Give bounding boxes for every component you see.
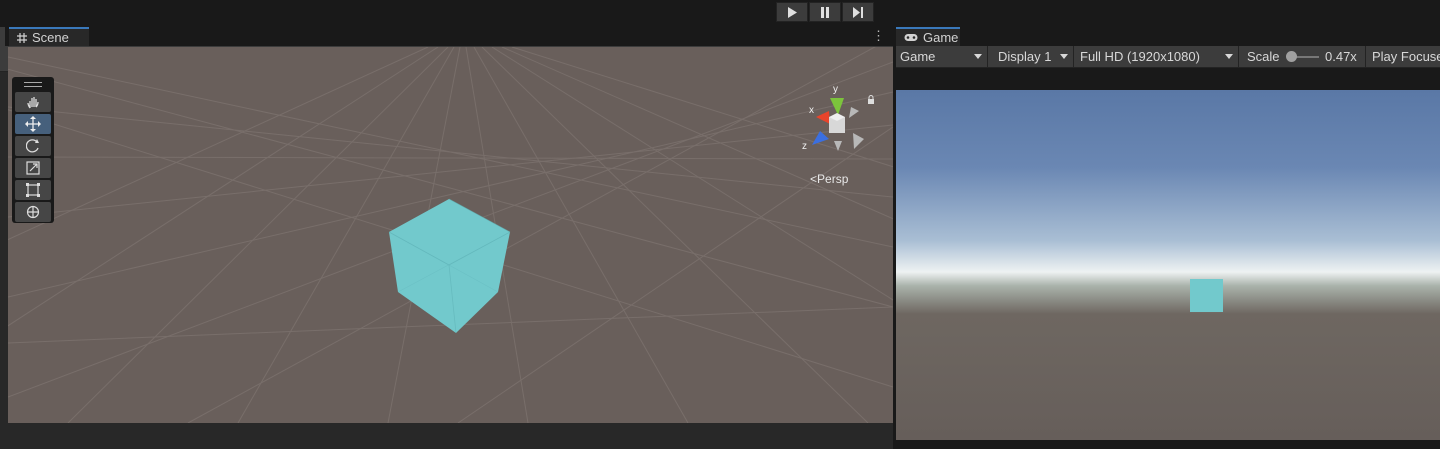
lock-icon[interactable] — [867, 92, 875, 107]
play-icon — [788, 6, 797, 18]
gizmo-z-label: z — [802, 141, 807, 152]
game-tab-strip: Game — [896, 26, 1440, 46]
scene-grid — [8, 47, 893, 423]
transform-tool-button[interactable] — [15, 202, 51, 222]
resolution-select[interactable]: Full HD (1920x1080) — [1076, 46, 1239, 67]
transform-tool-icon — [26, 205, 40, 219]
game-render — [896, 90, 1440, 440]
persp-icon: < — [810, 172, 818, 186]
cube-object[interactable] — [388, 198, 511, 334]
game-toolbar: Game Display 1 Full HD (1920x1080) Scale… — [896, 46, 1440, 68]
pause-icon — [821, 6, 829, 18]
orientation-gizmo[interactable] — [812, 98, 864, 151]
step-button[interactable] — [842, 2, 874, 22]
scene-tab-label: Scene — [32, 30, 69, 45]
tool-palette — [12, 77, 54, 223]
move-tool-button[interactable] — [15, 114, 51, 134]
rect-tool-icon — [26, 183, 40, 197]
display-select[interactable]: Display 1 — [994, 46, 1074, 67]
scale-value: 0.47x — [1325, 49, 1357, 64]
rotate-tool-button[interactable] — [15, 136, 51, 156]
gizmo-y-label: y — [833, 84, 838, 95]
rect-tool-button[interactable] — [15, 180, 51, 200]
game-view[interactable] — [896, 68, 1440, 449]
pause-button[interactable] — [809, 2, 841, 22]
step-icon — [853, 6, 863, 18]
game-cube — [1190, 279, 1223, 312]
persp-label: Persp — [817, 172, 849, 186]
tab-scene[interactable]: Scene — [9, 27, 89, 46]
scale-control: Scale 0.47x — [1243, 46, 1366, 67]
main-toolbar — [0, 0, 1440, 26]
game-panel: Game Game Display 1 Full HD (1920x1080) … — [896, 26, 1440, 449]
projection-toggle[interactable]: <Persp — [810, 172, 848, 186]
rotate-tool-icon — [26, 139, 39, 153]
playmode-controls — [776, 2, 875, 22]
play-button[interactable] — [776, 2, 808, 22]
game-tab-label: Game — [923, 30, 959, 45]
hand-tool-button[interactable] — [15, 92, 51, 112]
scale-tool-button[interactable] — [15, 158, 51, 178]
scale-slider-knob[interactable] — [1286, 51, 1297, 62]
scale-label: Scale — [1247, 49, 1280, 64]
gamepad-icon — [904, 33, 918, 42]
grid-icon — [17, 32, 27, 43]
game-view-select[interactable]: Game — [896, 46, 988, 67]
palette-grip[interactable] — [24, 82, 42, 87]
move-tool-icon — [25, 116, 41, 132]
panel-edge — [0, 27, 5, 46]
hand-tool-icon — [27, 97, 39, 109]
gizmo-x-label: x — [809, 105, 814, 116]
scene-tab-strip: Scene ⋮ — [0, 26, 893, 46]
scale-tool-icon — [26, 161, 40, 175]
tab-game[interactable]: Game — [896, 27, 960, 46]
play-focused-select[interactable]: Play Focused — [1368, 46, 1440, 67]
panel-menu-icon[interactable]: ⋮ — [872, 28, 885, 44]
scene-viewport[interactable] — [8, 47, 893, 423]
